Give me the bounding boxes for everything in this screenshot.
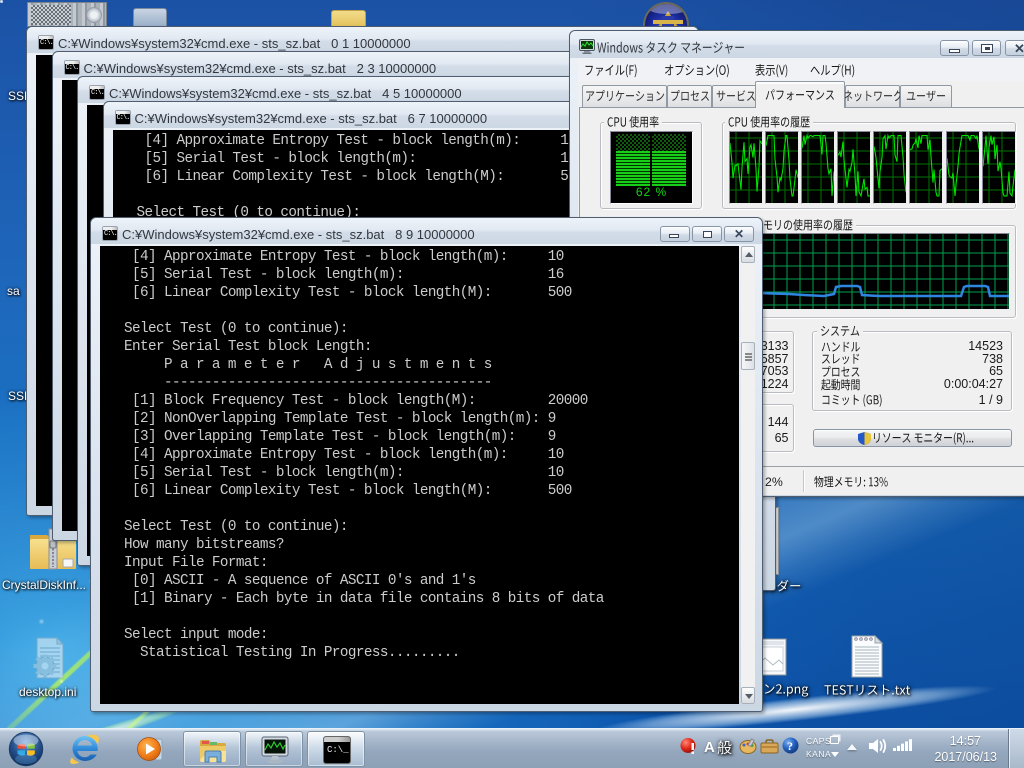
- svg-text:?: ?: [787, 739, 793, 753]
